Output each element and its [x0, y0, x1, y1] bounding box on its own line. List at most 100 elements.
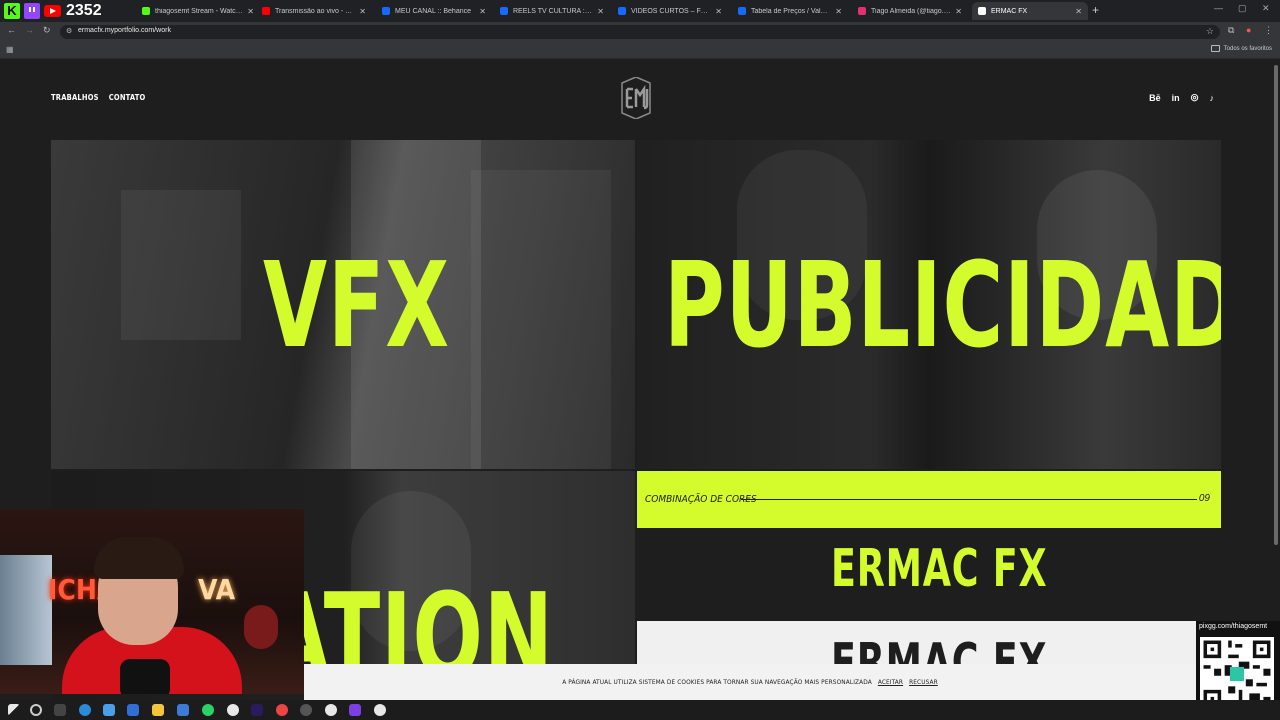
close-tab-icon[interactable]: ✕	[955, 7, 962, 16]
tab-label: Tiago Almeida (@tiago.almeida)	[871, 7, 951, 15]
cores-bar-divider	[741, 499, 1197, 500]
minimize-icon[interactable]: —	[1214, 3, 1223, 13]
settings-app-icon[interactable]	[127, 704, 139, 716]
scrollbar-thumb[interactable]	[1274, 65, 1278, 545]
tab[interactable]: Tiago Almeida (@tiago.almeida) ✕	[852, 2, 968, 20]
combinacao-de-cores-bar[interactable]: COMBINAÇÃO DE CORES 09	[637, 471, 1221, 528]
close-window-icon[interactable]: ✕	[1262, 3, 1270, 14]
close-tab-icon[interactable]: ✕	[835, 7, 842, 16]
background-lamp	[244, 605, 278, 649]
url-field[interactable]: ⚙ ermacfx.myportfolio.com/work ☆	[60, 25, 1220, 39]
stream-platforms-overlay: K 2352	[0, 0, 108, 22]
tile-vfx-title: VFX	[263, 236, 450, 374]
background-fridge	[0, 555, 52, 665]
folder-icon	[1210, 45, 1220, 52]
tiktok-icon[interactable]: ♪	[1210, 93, 1215, 103]
widget-app-icon[interactable]	[103, 704, 115, 716]
close-tab-icon[interactable]: ✕	[715, 7, 722, 16]
bookmark-star-icon[interactable]: ☆	[1206, 26, 1214, 37]
close-tab-icon[interactable]: ✕	[597, 7, 604, 16]
obs-icon[interactable]	[300, 704, 312, 716]
instagram-favicon-icon	[858, 7, 866, 15]
tab[interactable]: thiagosemt Stream - Watch Live ✕	[136, 2, 260, 20]
forward-icon[interactable]: →	[25, 25, 34, 35]
tile-publicidade[interactable]: PUBLICIDADE	[637, 140, 1221, 469]
emj-logo-icon[interactable]	[616, 77, 656, 119]
tab[interactable]: Transmissão ao vivo - YouTube ✕	[256, 2, 372, 20]
premiere-icon[interactable]	[251, 704, 263, 716]
building-shape	[471, 170, 611, 469]
browser-tab-bar: thiagosemt Stream - Watch Live ✕ Transmi…	[0, 0, 1280, 22]
social-links: Bē in ◎ ♪	[1149, 92, 1214, 103]
youtube-logo-icon	[44, 5, 61, 17]
behance-icon[interactable]: Bē	[1149, 93, 1161, 103]
neon-sign-right: VA	[198, 573, 236, 606]
tab-label: Transmissão ao vivo - YouTube	[275, 7, 355, 15]
cores-bar-number: 09	[1198, 493, 1210, 504]
tile-vfx[interactable]: VFX	[51, 140, 635, 469]
linkedin-icon[interactable]: in	[1172, 93, 1180, 103]
cookie-reject-button[interactable]: RECUSAR	[909, 678, 938, 686]
close-tab-icon[interactable]: ✕	[479, 7, 486, 16]
windows-taskbar	[0, 700, 1280, 720]
tab[interactable]: MEU CANAL :: Behance ✕	[376, 2, 492, 20]
reload-icon[interactable]: ↻	[43, 25, 51, 36]
building-shape	[121, 190, 241, 340]
instagram-icon[interactable]: ◎	[1191, 92, 1199, 103]
youtube-favicon-icon	[262, 7, 270, 15]
url-text: ermacfx.myportfolio.com/work	[78, 27, 171, 34]
mail-icon[interactable]	[177, 704, 189, 716]
tab-label: REELS TV CULTURA :: Behance	[513, 7, 594, 15]
kick-logo-icon: K	[4, 3, 20, 19]
windows-start-icon[interactable]	[8, 704, 20, 716]
grid-app-icon[interactable]	[349, 704, 361, 716]
close-tab-icon[interactable]: ✕	[359, 7, 366, 16]
tab-active[interactable]: ERMAC FX ✕	[972, 2, 1088, 20]
cookie-banner: A PÁGINA ATUAL UTILIZA SISTEMA DE COOKIE…	[304, 664, 1196, 700]
back-icon[interactable]: ←	[7, 25, 16, 35]
menu-icon[interactable]: ⋮	[1264, 25, 1273, 36]
chrome-alt-icon[interactable]	[374, 704, 386, 716]
task-view-icon[interactable]	[54, 704, 66, 716]
apps-grid-icon[interactable]: ▦	[6, 45, 14, 54]
tile-publicidade-title: PUBLICIDADE	[664, 236, 1221, 374]
chrome-profile-icon[interactable]	[325, 704, 337, 716]
tab[interactable]: REELS TV CULTURA :: Behance ✕	[494, 2, 610, 20]
close-tab-icon[interactable]: ✕	[247, 7, 254, 16]
whatsapp-icon[interactable]	[202, 704, 214, 716]
tab[interactable]: VIDEOS CURTOS – FELCA :: Behance ✕	[612, 2, 728, 20]
chrome-icon[interactable]	[227, 704, 239, 716]
all-bookmarks-button[interactable]: Todos os favoritos	[1210, 45, 1272, 52]
all-bookmarks-label: Todos os favoritos	[1223, 45, 1272, 52]
cookie-accept-button[interactable]: ACEITAR	[878, 678, 903, 686]
webcam-overlay: ICHA VA	[0, 509, 304, 694]
cores-bar-label: COMBINAÇÃO DE CORES	[645, 494, 757, 505]
site-info-icon[interactable]: ⚙	[66, 27, 72, 35]
extensions-icon[interactable]: ⧉	[1228, 25, 1234, 36]
ermac-favicon-icon	[978, 7, 986, 15]
opera-icon[interactable]	[276, 704, 288, 716]
scrollbar[interactable]	[1272, 59, 1280, 700]
tab-label: VIDEOS CURTOS – FELCA :: Behance	[631, 7, 711, 15]
maximize-icon[interactable]: ▢	[1238, 3, 1247, 14]
behance-favicon-icon	[738, 7, 746, 15]
close-tab-icon[interactable]: ✕	[1075, 7, 1082, 16]
tab-label: MEU CANAL :: Behance	[395, 7, 471, 15]
tab-label: ERMAC FX	[991, 7, 1028, 15]
microphone	[120, 659, 170, 694]
tab[interactable]: Tabela de Preços / Valores Tiragem ✕	[732, 2, 848, 20]
kick-favicon-icon	[142, 7, 150, 15]
nav-trabalhos[interactable]: TRABALHOS	[51, 93, 99, 102]
search-icon[interactable]	[30, 704, 42, 716]
streamer-hair	[94, 537, 184, 579]
tab-label: Tabela de Preços / Valores Tiragem	[751, 7, 831, 15]
behance-favicon-icon	[500, 7, 508, 15]
new-tab-icon[interactable]: +	[1092, 3, 1099, 17]
cookie-text: A PÁGINA ATUAL UTILIZA SISTEMA DE COOKIE…	[562, 678, 872, 686]
file-explorer-icon[interactable]	[152, 704, 164, 716]
nav-contato[interactable]: CONTATO	[109, 93, 146, 102]
address-bar-row: ← → ↻ ⚙ ermacfx.myportfolio.com/work ☆ ⧉…	[0, 22, 1280, 41]
edge-icon[interactable]	[79, 704, 91, 716]
tab-label: thiagosemt Stream - Watch Live	[155, 7, 243, 15]
profile-icon[interactable]: ●	[1246, 25, 1251, 35]
